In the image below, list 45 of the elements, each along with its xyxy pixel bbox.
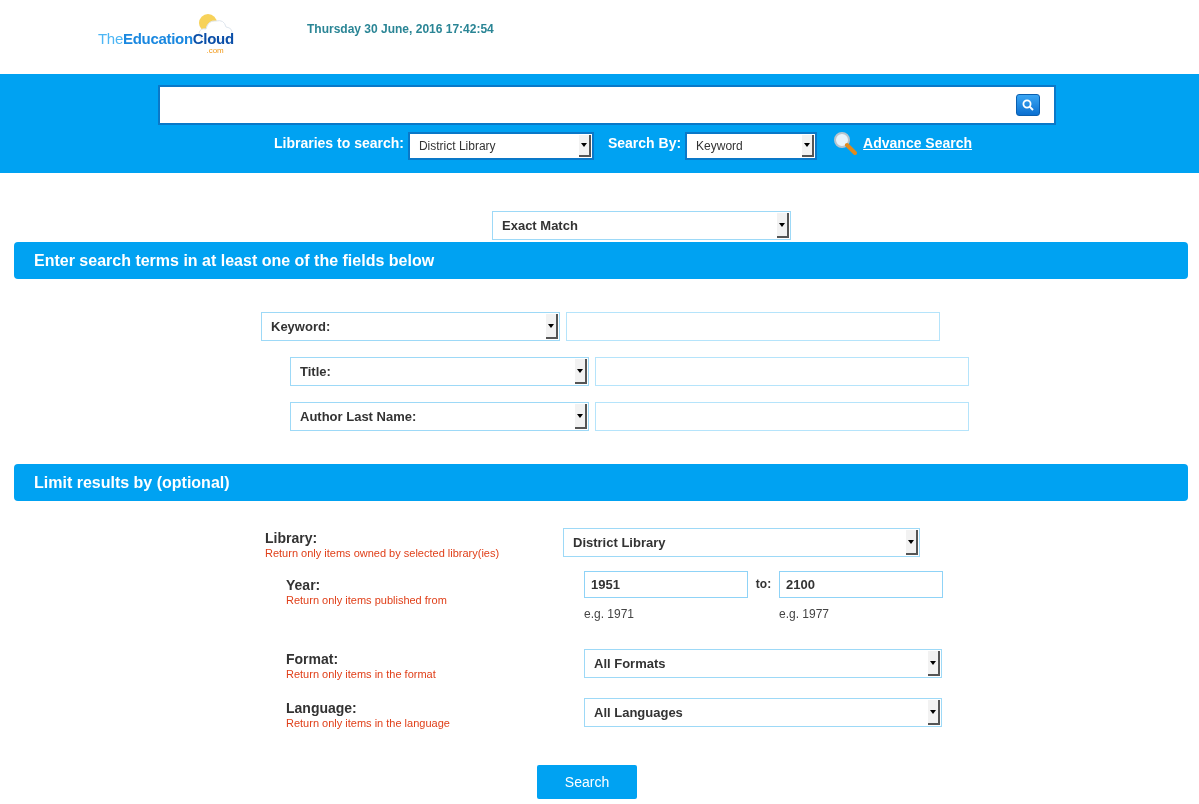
logo-suffix: .com [206,47,224,55]
field-hint: Return only items published from [286,593,448,607]
caret-icon [928,651,940,676]
dropdown[interactable]: All Formats [584,649,942,678]
input-field[interactable]: 1951 [584,571,748,598]
libraries-label: Libraries to search: [274,135,404,151]
dropdown[interactable]: All Languages [584,698,942,727]
input-field[interactable]: 2100 [779,571,943,598]
search-field[interactable] [158,85,1056,125]
caret-icon [906,530,918,555]
field-label: Language: [286,700,358,716]
dropdown[interactable]: Keyword [685,132,818,160]
search-icon [1022,99,1034,111]
dropdown[interactable]: Keyword: [261,312,560,341]
date-time: Thursday 30 June, 2016 17:42:54 [307,22,494,36]
search-by-label: Search By: [607,135,682,151]
input-field[interactable] [595,402,969,431]
field-hint: Return only items in the format [286,667,437,681]
caret-icon [546,314,558,339]
search-button[interactable] [1016,94,1040,116]
example-hint: e.g. 1977 [779,607,831,621]
dropdown[interactable]: District Library [563,528,920,557]
input-field[interactable] [595,357,969,386]
field-label: Year: [286,577,322,593]
caret-icon [777,213,789,238]
example-hint: e.g. 1971 [584,607,636,621]
dropdown[interactable]: Exact Match [492,211,791,240]
dropdown[interactable]: Title: [290,357,589,386]
magnifier-icon [833,131,858,155]
range-separator: to: [754,577,773,591]
input-field[interactable] [566,312,940,341]
caret-icon [575,404,587,429]
caret-icon [802,135,815,157]
dropdown[interactable]: Author Last Name: [290,402,589,431]
caret-icon [575,359,587,384]
field-hint: Return only items in the language [286,716,451,730]
logo-text: TheEducationCloud [98,31,234,47]
dropdown[interactable]: District Library [407,132,594,160]
caret-icon [928,700,940,725]
field-label: Library: [265,530,319,546]
section-header: Limit results by (optional) [14,464,1188,501]
field-hint: Return only items owned by selected library(ies) [265,546,501,560]
caret-icon [578,135,591,157]
section-header: Enter search terms in at least one of the fields below [14,242,1188,279]
field-label: Format: [286,651,340,667]
